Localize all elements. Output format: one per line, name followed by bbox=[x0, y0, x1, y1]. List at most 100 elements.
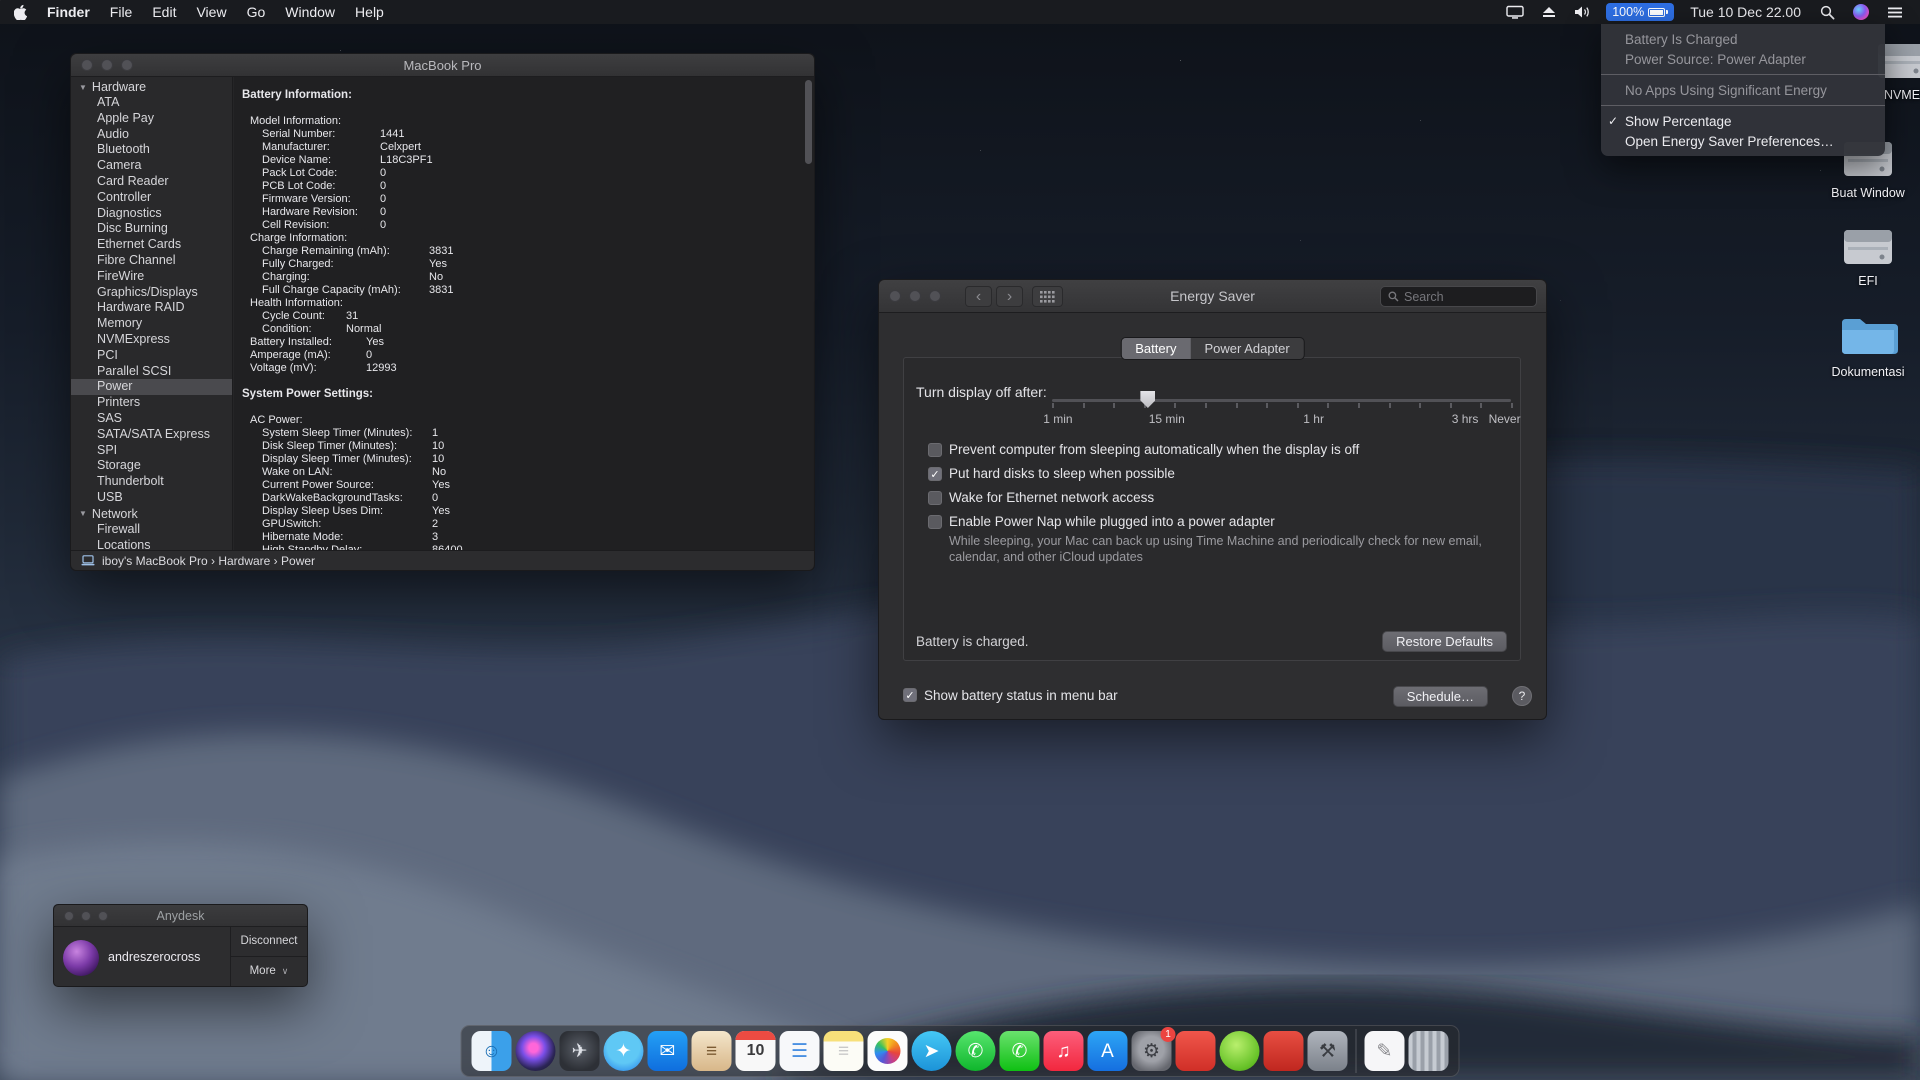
sidebar-item-firewall[interactable]: Firewall bbox=[71, 522, 232, 538]
tab-power-adapter[interactable]: Power Adapter bbox=[1190, 338, 1303, 359]
sidebar-item-camera[interactable]: Camera bbox=[71, 158, 232, 174]
sidebar-item-graphics-displays[interactable]: Graphics/Displays bbox=[71, 285, 232, 301]
scrollbar-track[interactable] bbox=[805, 80, 812, 546]
sidebar-section-network[interactable]: ▼Network bbox=[71, 506, 232, 522]
dock-item-app-store[interactable]: A bbox=[1088, 1031, 1128, 1071]
dock-item-siri[interactable] bbox=[516, 1031, 556, 1071]
scrollbar-thumb[interactable] bbox=[805, 80, 812, 164]
desktop-icon-efi[interactable]: EFI bbox=[1822, 220, 1914, 288]
display-off-slider[interactable]: 1 min15 min1 hr3 hrsNever bbox=[1052, 390, 1511, 422]
dock-item-red-app-2[interactable] bbox=[1264, 1031, 1304, 1071]
sidebar-item-parallel-scsi[interactable]: Parallel SCSI bbox=[71, 364, 232, 380]
sidebar-item-ata[interactable]: ATA bbox=[71, 95, 232, 111]
sidebar-item-firewire[interactable]: FireWire bbox=[71, 269, 232, 285]
close-button[interactable] bbox=[64, 911, 74, 921]
sidebar-item-nvmexpress[interactable]: NVMExpress bbox=[71, 332, 232, 348]
battery-menu-item-show-percentage[interactable]: ✓Show Percentage bbox=[1601, 111, 1885, 131]
menu-edit[interactable]: Edit bbox=[142, 4, 186, 20]
sidebar-item-storage[interactable]: Storage bbox=[71, 458, 232, 474]
dock-item-trash[interactable] bbox=[1409, 1031, 1449, 1071]
menu-bar-clock[interactable]: Tue 10 Dec 22.00 bbox=[1680, 4, 1811, 20]
sidebar-item-sas[interactable]: SAS bbox=[71, 411, 232, 427]
battery-menu-item-open-energy-saver-preferences[interactable]: Open Energy Saver Preferences… bbox=[1601, 131, 1885, 151]
dock-item-green-app[interactable] bbox=[1220, 1031, 1260, 1071]
show-all-button[interactable] bbox=[1032, 286, 1063, 307]
sidebar-item-disc-burning[interactable]: Disc Burning bbox=[71, 221, 232, 237]
energy-titlebar[interactable]: Energy Saver ‹ › Search bbox=[879, 280, 1546, 313]
tab-battery[interactable]: Battery bbox=[1121, 338, 1190, 359]
sidebar-item-usb[interactable]: USB bbox=[71, 490, 232, 506]
minimize-button[interactable] bbox=[909, 290, 921, 302]
zoom-button[interactable] bbox=[929, 290, 941, 302]
spotlight-search-icon[interactable] bbox=[1811, 5, 1844, 20]
dock-item-calendar[interactable]: 10 bbox=[736, 1031, 776, 1071]
dock-item-textedit[interactable]: ✎ bbox=[1365, 1031, 1405, 1071]
sidebar-item-audio[interactable]: Audio bbox=[71, 127, 232, 143]
sidebar-item-pci[interactable]: PCI bbox=[71, 348, 232, 364]
sidebar-item-diagnostics[interactable]: Diagnostics bbox=[71, 206, 232, 222]
menu-help[interactable]: Help bbox=[345, 4, 394, 20]
sidebar-item-fibre-channel[interactable]: Fibre Channel bbox=[71, 253, 232, 269]
menu-view[interactable]: View bbox=[186, 4, 236, 20]
dock-item-reminders[interactable]: ☰ bbox=[780, 1031, 820, 1071]
sidebar-item-printers[interactable]: Printers bbox=[71, 395, 232, 411]
sidebar-item-sata-sata-express[interactable]: SATA/SATA Express bbox=[71, 427, 232, 443]
back-button[interactable]: ‹ bbox=[965, 286, 992, 307]
dock-item-notes[interactable]: ≡ bbox=[824, 1031, 864, 1071]
zoom-button[interactable] bbox=[121, 59, 133, 71]
search-input[interactable]: Search bbox=[1380, 286, 1537, 307]
notification-center-icon[interactable] bbox=[1878, 6, 1912, 19]
active-app-name[interactable]: Finder bbox=[37, 4, 100, 20]
sidebar-item-bluetooth[interactable]: Bluetooth bbox=[71, 142, 232, 158]
zoom-button[interactable] bbox=[98, 911, 108, 921]
sysinfo-titlebar[interactable]: MacBook Pro bbox=[71, 54, 814, 77]
siri-icon[interactable] bbox=[1844, 4, 1878, 20]
sidebar-item-apple-pay[interactable]: Apple Pay bbox=[71, 111, 232, 127]
anydesk-titlebar[interactable]: Anydesk bbox=[54, 905, 307, 927]
dock-item-safari[interactable]: ✦ bbox=[604, 1031, 644, 1071]
dock-item-finder[interactable]: ☺ bbox=[472, 1031, 512, 1071]
dock-item-contacts[interactable]: ≡ bbox=[692, 1031, 732, 1071]
checkbox[interactable] bbox=[928, 515, 942, 529]
sidebar-item-power[interactable]: Power bbox=[71, 379, 232, 395]
sidebar-item-memory[interactable]: Memory bbox=[71, 316, 232, 332]
checkbox[interactable]: ✓ bbox=[928, 467, 942, 481]
sidebar-item-hardware-raid[interactable]: Hardware RAID bbox=[71, 300, 232, 316]
more-button[interactable]: More ∨ bbox=[231, 957, 307, 987]
eject-icon[interactable] bbox=[1533, 6, 1565, 19]
volume-icon[interactable] bbox=[1565, 5, 1600, 19]
disconnect-button[interactable]: Disconnect bbox=[231, 927, 307, 957]
dock-item-utility-app[interactable]: ⚒ bbox=[1308, 1031, 1348, 1071]
dock-item-photos[interactable] bbox=[868, 1031, 908, 1071]
close-button[interactable] bbox=[81, 59, 93, 71]
schedule-button[interactable]: Schedule… bbox=[1393, 686, 1488, 707]
dock-item-mail[interactable]: ✉ bbox=[648, 1031, 688, 1071]
sidebar-item-controller[interactable]: Controller bbox=[71, 190, 232, 206]
dock-item-system-preferences[interactable]: ⚙1 bbox=[1132, 1031, 1172, 1071]
checkbox[interactable] bbox=[928, 443, 942, 457]
minimize-button[interactable] bbox=[101, 59, 113, 71]
slider-thumb[interactable] bbox=[1140, 391, 1155, 408]
dock-item-telegram[interactable]: ➤ bbox=[912, 1031, 952, 1071]
sidebar-item-ethernet-cards[interactable]: Ethernet Cards bbox=[71, 237, 232, 253]
checkbox[interactable]: ✓ bbox=[903, 688, 917, 702]
dock-item-music[interactable]: ♫ bbox=[1044, 1031, 1084, 1071]
dock-item-facetime[interactable]: ✆ bbox=[1000, 1031, 1040, 1071]
menu-file[interactable]: File bbox=[100, 4, 143, 20]
help-button[interactable]: ? bbox=[1512, 686, 1532, 706]
checkbox[interactable] bbox=[928, 491, 942, 505]
dock-item-red-app[interactable] bbox=[1176, 1031, 1216, 1071]
menu-window[interactable]: Window bbox=[275, 4, 345, 20]
sidebar-item-spi[interactable]: SPI bbox=[71, 443, 232, 459]
menu-go[interactable]: Go bbox=[237, 4, 276, 20]
close-button[interactable] bbox=[889, 290, 901, 302]
dock-item-launchpad[interactable]: ✈ bbox=[560, 1031, 600, 1071]
desktop-icon-dokumentasi[interactable]: Dokumentasi bbox=[1822, 311, 1914, 379]
restore-defaults-button[interactable]: Restore Defaults bbox=[1382, 631, 1507, 652]
dock-item-whatsapp[interactable]: ✆ bbox=[956, 1031, 996, 1071]
minimize-button[interactable] bbox=[81, 911, 91, 921]
display-mirroring-icon[interactable] bbox=[1497, 5, 1533, 19]
sidebar-item-card-reader[interactable]: Card Reader bbox=[71, 174, 232, 190]
forward-button[interactable]: › bbox=[996, 286, 1023, 307]
sidebar-item-locations[interactable]: Locations bbox=[71, 538, 232, 550]
